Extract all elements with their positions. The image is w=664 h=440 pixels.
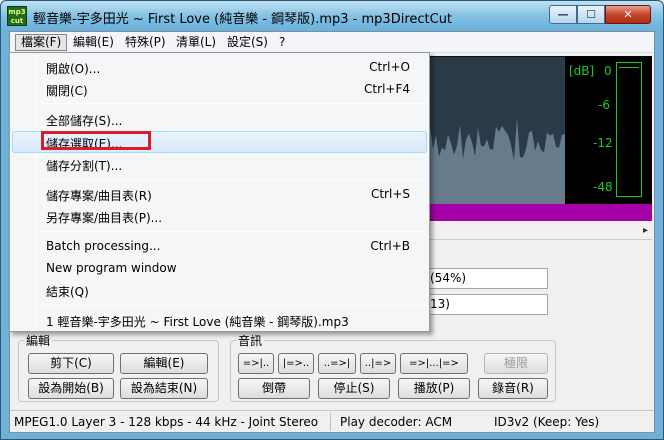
title-bar[interactable]: mp3 cut 輕音樂-宇多田光 ~ First Love (純音樂 - 鋼琴版… — [1, 1, 663, 31]
menu-item-label: 結束(Q) — [46, 285, 89, 299]
highlight-annotation-box — [41, 131, 151, 150]
menu-edit[interactable]: 編輯(E) — [68, 34, 119, 51]
menu-item-batch-processing[interactable]: Batch processing... Ctrl+B — [12, 235, 427, 257]
menu-item-save-split[interactable]: 儲存分割(T)... — [12, 153, 427, 175]
nav-selection-button[interactable]: =>|...|=> — [400, 353, 468, 374]
app-window: mp3 cut 輕音樂-宇多田光 ~ First Love (純音樂 - 鋼琴版… — [0, 0, 664, 440]
edit-group-title: 編輯 — [24, 332, 53, 349]
menu-help[interactable]: ? — [274, 34, 290, 51]
close-button[interactable]: ✕ — [605, 5, 651, 24]
menu-item-close[interactable]: 關閉(C) Ctrl+F4 — [12, 78, 427, 100]
menu-settings[interactable]: 設定(S) — [222, 34, 273, 51]
status-separator — [330, 413, 331, 431]
vu-label-6: -6 — [598, 98, 610, 112]
menu-item-label: New program window — [46, 261, 177, 275]
mp3directcut-logo-icon: mp3 cut — [7, 6, 27, 26]
menu-item-recent-file[interactable]: 1 輕音樂-宇多田光 ~ First Love (純音樂 - 鋼琴版).mp3 — [12, 309, 427, 331]
edit-button[interactable]: 編輯(E) — [120, 353, 208, 374]
position-readout-2: 13) — [425, 294, 548, 315]
status-format: MPEG1.0 Layer 3 - 128 kbps - 44 kHz - Jo… — [14, 415, 319, 429]
audio-group-title: 音訊 — [236, 332, 265, 349]
scroll-right-arrow-icon[interactable]: ▸ — [643, 225, 648, 236]
menu-item-new-window[interactable]: New program window — [12, 257, 427, 279]
menu-item-label: 全部儲存(S)... — [46, 114, 123, 128]
menu-item-shortcut: Ctrl+B — [370, 239, 410, 253]
rewind-button[interactable]: 倒帶 — [238, 378, 310, 399]
nav-from-start-button[interactable]: |=>.. — [278, 353, 314, 374]
menu-item-open[interactable]: 開啟(O)... Ctrl+O — [12, 56, 427, 78]
stop-button[interactable]: 停止(S) — [318, 378, 390, 399]
menu-item-exit[interactable]: 結束(Q) — [12, 279, 427, 301]
status-decoder: Play decoder: ACM — [340, 415, 453, 429]
menu-item-label: 關閉(C) — [46, 84, 88, 98]
maximize-button[interactable]: ☐ — [577, 5, 605, 24]
menu-item-label: 1 輕音樂-宇多田光 ~ First Love (純音樂 - 鋼琴版).mp3 — [46, 315, 349, 329]
menu-file[interactable]: 檔案(F) — [15, 34, 68, 51]
status-id3: ID3v2 (Keep: Yes) — [494, 415, 600, 429]
menu-item-label: 儲存分割(T)... — [46, 159, 123, 173]
menu-item-shortcut: Ctrl+O — [369, 60, 410, 74]
menu-item-shortcut: Ctrl+F4 — [364, 82, 410, 96]
vu-label-48: -48 — [593, 180, 613, 194]
limit-button[interactable]: 極限 — [484, 353, 548, 374]
vu-label-db: [dB] — [569, 64, 595, 78]
cut-button[interactable]: 剪下(C) — [28, 353, 114, 374]
menu-item-label: 開啟(O)... — [46, 62, 101, 76]
vu-label-0: 0 — [604, 64, 612, 78]
window-title: 輕音樂-宇多田光 ~ First Love (純音樂 - 鋼琴版).mp3 - … — [33, 12, 453, 27]
menu-item-label: 儲存專案/曲目表(R) — [46, 189, 152, 203]
menu-separator — [40, 179, 427, 180]
nav-to-end-button[interactable]: ..=>| — [318, 353, 356, 374]
menu-item-save-all[interactable]: 全部儲存(S)... — [12, 108, 427, 130]
record-button[interactable]: 錄音(R) — [478, 378, 548, 399]
menu-bar: 檔案(F) 編輯(E) 特殊(P) 清單(L) 設定(S) ? — [10, 32, 654, 53]
vu-level-bar — [616, 62, 642, 197]
menu-item-label: Batch processing... — [46, 239, 161, 253]
status-bar: MPEG1.0 Layer 3 - 128 kbps - 44 kHz - Jo… — [10, 410, 654, 432]
vu-label-12: -12 — [593, 136, 613, 150]
menu-item-shortcut: Ctrl+S — [370, 187, 410, 201]
menu-item-save-project[interactable]: 儲存專案/曲目表(R) Ctrl+S — [12, 183, 427, 205]
menu-list[interactable]: 清單(L) — [171, 34, 221, 51]
play-button[interactable]: 播放(P) — [398, 378, 470, 399]
file-menu-dropdown: 開啟(O)... Ctrl+O 關閉(C) Ctrl+F4 全部儲存(S)...… — [9, 52, 430, 332]
position-readout-1: (54%) — [425, 268, 548, 289]
nav-to-start-button[interactable]: =>|.. — [238, 353, 274, 374]
nav-from-end-button[interactable]: ..|=> — [360, 353, 396, 374]
menu-separator — [40, 231, 427, 232]
menu-separator — [40, 305, 427, 306]
menu-item-save-project-as[interactable]: 另存專案/曲目表(P)... — [12, 205, 427, 227]
menu-special[interactable]: 特殊(P) — [120, 34, 171, 51]
set-end-button[interactable]: 設為結束(N) — [120, 378, 208, 399]
menu-item-label: 另存專案/曲目表(P)... — [46, 211, 163, 225]
minimize-button[interactable]: — — [549, 5, 577, 24]
set-start-button[interactable]: 設為開始(B) — [28, 378, 114, 399]
menu-separator — [40, 103, 427, 104]
